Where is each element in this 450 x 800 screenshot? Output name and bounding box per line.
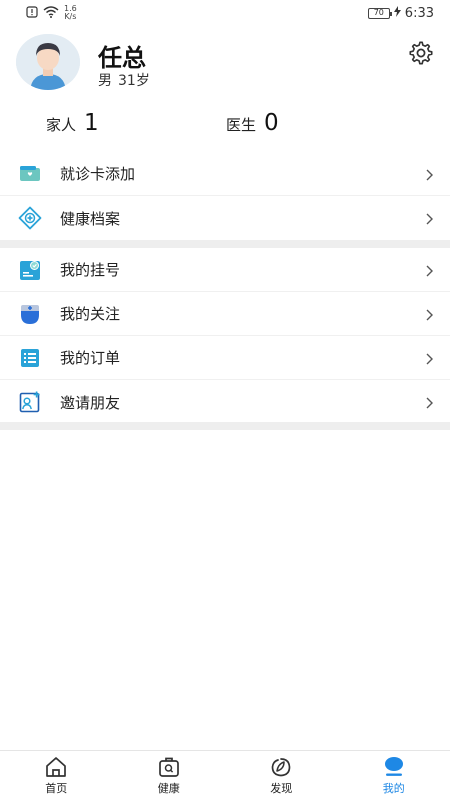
nav-item-discover[interactable]: 发现 (225, 751, 338, 800)
chevron-right-icon (425, 307, 434, 321)
discover-icon (269, 756, 293, 778)
menu-label-orders: 我的订单 (60, 349, 121, 367)
battery-level: 70 (373, 8, 384, 17)
doctor-count: 0 (264, 110, 279, 136)
profile-header: 任总 男 31岁 (0, 30, 450, 98)
clock: 6:33 (404, 5, 434, 21)
avatar[interactable] (16, 34, 80, 90)
menu-group-2: 我的挂号 我的关注 我的订单 邀请朋友 (0, 248, 450, 424)
charging-icon (393, 5, 401, 21)
menu-group-1: 就诊卡添加 健康档案 (0, 152, 450, 240)
user-meta: 男 31岁 (98, 70, 150, 90)
nav-label-health: 健康 (157, 781, 180, 795)
notification-icon (26, 5, 38, 21)
chevron-right-icon (425, 263, 434, 277)
health-record-icon (18, 206, 42, 230)
profile-icon (382, 756, 406, 778)
nav-label-home: 首页 (45, 781, 68, 795)
net-speed: 1.6 K/s (64, 5, 77, 21)
menu-label-invite: 邀请朋友 (60, 393, 121, 412)
settings-gear-icon[interactable] (408, 40, 434, 66)
menu-item-health-record[interactable]: 健康档案 (0, 196, 450, 240)
bottom-nav: 首页 健康 发现 我的 (0, 750, 450, 800)
menu-label-add-card: 就诊卡添加 (60, 165, 136, 183)
doctor-follow-icon (18, 302, 42, 326)
family-label: 家人 (46, 116, 77, 134)
chevron-right-icon (425, 351, 434, 365)
menu-item-following[interactable]: 我的关注 (0, 292, 450, 336)
nav-item-home[interactable]: 首页 (0, 751, 113, 800)
chevron-right-icon (425, 395, 434, 409)
doctor-stat[interactable]: 医生 0 (226, 110, 279, 136)
menu-label-health-record: 健康档案 (60, 209, 121, 228)
status-left: 1.6 K/s (26, 5, 77, 21)
menu-label-registration: 我的挂号 (60, 261, 121, 279)
menu-item-orders[interactable]: 我的订单 (0, 336, 450, 380)
battery-icon: 70 (367, 7, 392, 19)
card-icon (18, 162, 42, 186)
net-speed-unit: K/s (64, 12, 77, 21)
status-bar: 1.6 K/s 70 6:33 (0, 0, 450, 26)
family-count: 1 (84, 110, 99, 136)
nav-label-discover: 发现 (270, 781, 293, 795)
home-icon (44, 756, 68, 778)
menu-item-registration[interactable]: 我的挂号 (0, 248, 450, 292)
status-right: 70 6:33 (367, 5, 434, 21)
wifi-icon (43, 5, 59, 21)
health-bag-icon (157, 756, 181, 778)
doctor-label: 医生 (226, 116, 257, 134)
section-divider (0, 240, 450, 248)
user-name: 任总 (98, 44, 146, 72)
chevron-right-icon (425, 167, 434, 181)
nav-label-profile: 我的 (382, 781, 405, 795)
menu-item-invite[interactable]: 邀请朋友 (0, 380, 450, 424)
chevron-right-icon (425, 211, 434, 225)
user-age: 31岁 (118, 73, 150, 89)
family-stat[interactable]: 家人 1 (46, 110, 99, 136)
stats-row: 家人 1 医生 0 (0, 110, 450, 150)
menu-label-following: 我的关注 (60, 305, 121, 323)
nav-item-health[interactable]: 健康 (113, 751, 226, 800)
section-divider (0, 422, 450, 430)
order-list-icon (18, 346, 42, 370)
user-gender: 男 (98, 73, 112, 89)
invite-friend-icon (18, 390, 42, 414)
registration-icon (18, 258, 42, 282)
nav-item-profile[interactable]: 我的 (338, 751, 450, 800)
menu-item-add-card[interactable]: 就诊卡添加 (0, 152, 450, 196)
